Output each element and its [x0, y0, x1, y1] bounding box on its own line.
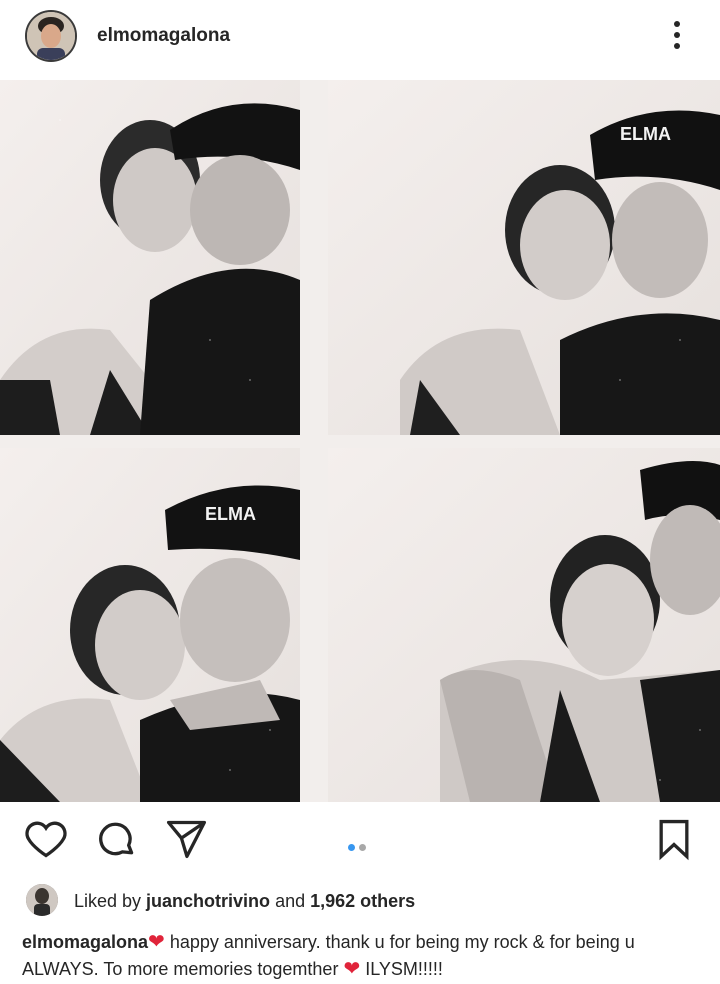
caption-username[interactable]: elmomagalona	[22, 932, 148, 952]
caption-text-2: ILYSM!!!!!	[360, 959, 443, 979]
post-actions	[0, 805, 720, 875]
carousel-dot-active	[348, 844, 355, 851]
more-vertical-icon[interactable]	[667, 18, 687, 54]
heart-icon[interactable]	[24, 817, 68, 866]
avatar[interactable]	[25, 10, 77, 62]
svg-text:ELMA: ELMA	[620, 124, 671, 144]
svg-text:ELMA: ELMA	[205, 504, 256, 524]
carousel-indicator	[346, 838, 368, 856]
post-photo[interactable]: ELMA ELMA	[0, 80, 720, 802]
likes-count[interactable]: 1,962 others	[310, 891, 415, 911]
send-icon[interactable]	[164, 817, 208, 866]
likes-text: Liked by juanchotrivino and 1,962 others	[74, 891, 415, 912]
liker-username[interactable]: juanchotrivino	[146, 891, 270, 911]
red-heart-emoji: ❤	[148, 931, 165, 953]
likes-middle: and	[270, 891, 311, 911]
comment-icon[interactable]	[94, 817, 138, 866]
post-caption: elmomagalona❤ happy anniversary. thank u…	[22, 929, 712, 983]
liker-avatar[interactable]	[26, 884, 58, 916]
red-heart-emoji-2: ❤	[343, 958, 361, 980]
post-username[interactable]: elmomagalona	[97, 25, 230, 47]
carousel-dot	[359, 844, 366, 851]
post-header: elmomagalona	[0, 0, 720, 78]
likes-row: Liked by juanchotrivino and 1,962 others	[0, 878, 720, 922]
likes-prefix: Liked by	[74, 891, 147, 911]
bookmark-icon[interactable]	[652, 817, 696, 866]
